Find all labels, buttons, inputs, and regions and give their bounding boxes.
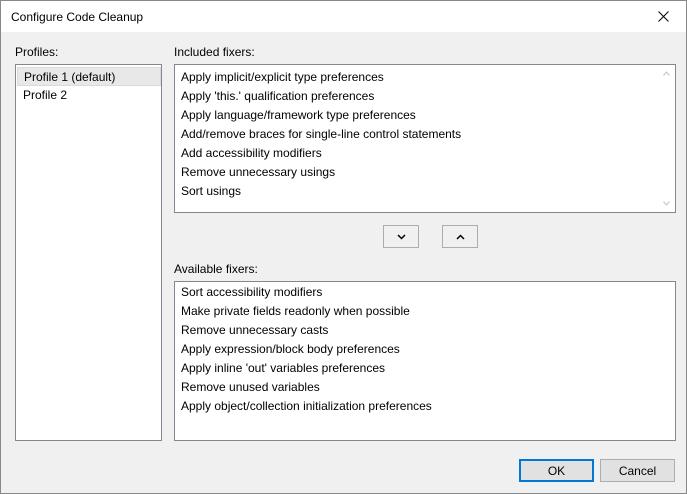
title-bar: Configure Code Cleanup bbox=[1, 1, 686, 32]
profile-item-1[interactable]: Profile 1 (default) bbox=[17, 67, 161, 86]
included-scrollbar[interactable] bbox=[658, 65, 675, 212]
profiles-list[interactable]: Profile 1 (default) Profile 2 bbox=[15, 64, 162, 441]
available-fixer-item[interactable]: Apply expression/block body preferences bbox=[175, 340, 400, 359]
available-fixer-item[interactable]: Remove unnecessary casts bbox=[175, 321, 328, 340]
scroll-up-button[interactable] bbox=[658, 65, 675, 82]
included-fixer-item[interactable]: Sort usings bbox=[175, 182, 241, 201]
available-fixer-item[interactable]: Apply inline 'out' variables preferences bbox=[175, 359, 385, 378]
ok-button[interactable]: OK bbox=[519, 459, 594, 482]
included-fixer-item[interactable]: Add accessibility modifiers bbox=[175, 144, 322, 163]
configure-code-cleanup-dialog: Configure Code Cleanup Profiles: Profile… bbox=[0, 0, 687, 494]
chevron-down-icon bbox=[396, 233, 406, 240]
included-fixers-label: Included fixers: bbox=[174, 45, 255, 59]
available-fixers-list[interactable]: Sort accessibility modifiers Make privat… bbox=[174, 281, 676, 441]
included-fixer-item[interactable]: Apply language/framework type preference… bbox=[175, 106, 416, 125]
available-fixer-item[interactable]: Sort accessibility modifiers bbox=[175, 283, 322, 302]
close-icon bbox=[657, 11, 669, 22]
included-fixers-list[interactable]: Apply implicit/explicit type preferences… bbox=[174, 64, 676, 213]
chevron-up-icon bbox=[455, 233, 465, 240]
available-fixers-label: Available fixers: bbox=[174, 262, 258, 276]
window-title: Configure Code Cleanup bbox=[11, 10, 144, 24]
included-fixer-item[interactable]: Apply 'this.' qualification preferences bbox=[175, 87, 374, 106]
scroll-down-arrow-icon bbox=[663, 201, 670, 206]
cancel-button[interactable]: Cancel bbox=[600, 459, 675, 482]
scroll-down-button[interactable] bbox=[658, 195, 675, 212]
scroll-up-arrow-icon bbox=[663, 71, 670, 76]
included-fixer-item[interactable]: Add/remove braces for single-line contro… bbox=[175, 125, 461, 144]
profile-item-label: Profile 2 bbox=[23, 88, 68, 102]
profile-item-label: Profile 1 (default) bbox=[24, 70, 116, 84]
available-fixer-item[interactable]: Make private fields readonly when possib… bbox=[175, 302, 410, 321]
profile-item-2[interactable]: Profile 2 bbox=[17, 86, 161, 105]
move-up-button[interactable] bbox=[442, 225, 478, 248]
included-fixer-item[interactable]: Remove unnecessary usings bbox=[175, 163, 335, 182]
available-fixer-item[interactable]: Apply object/collection initialization p… bbox=[175, 397, 432, 416]
close-button[interactable] bbox=[640, 1, 686, 32]
available-fixer-item[interactable]: Remove unused variables bbox=[175, 378, 320, 397]
profiles-label: Profiles: bbox=[15, 45, 59, 59]
included-fixer-item[interactable]: Apply implicit/explicit type preferences bbox=[175, 68, 384, 87]
move-down-button[interactable] bbox=[383, 225, 419, 248]
